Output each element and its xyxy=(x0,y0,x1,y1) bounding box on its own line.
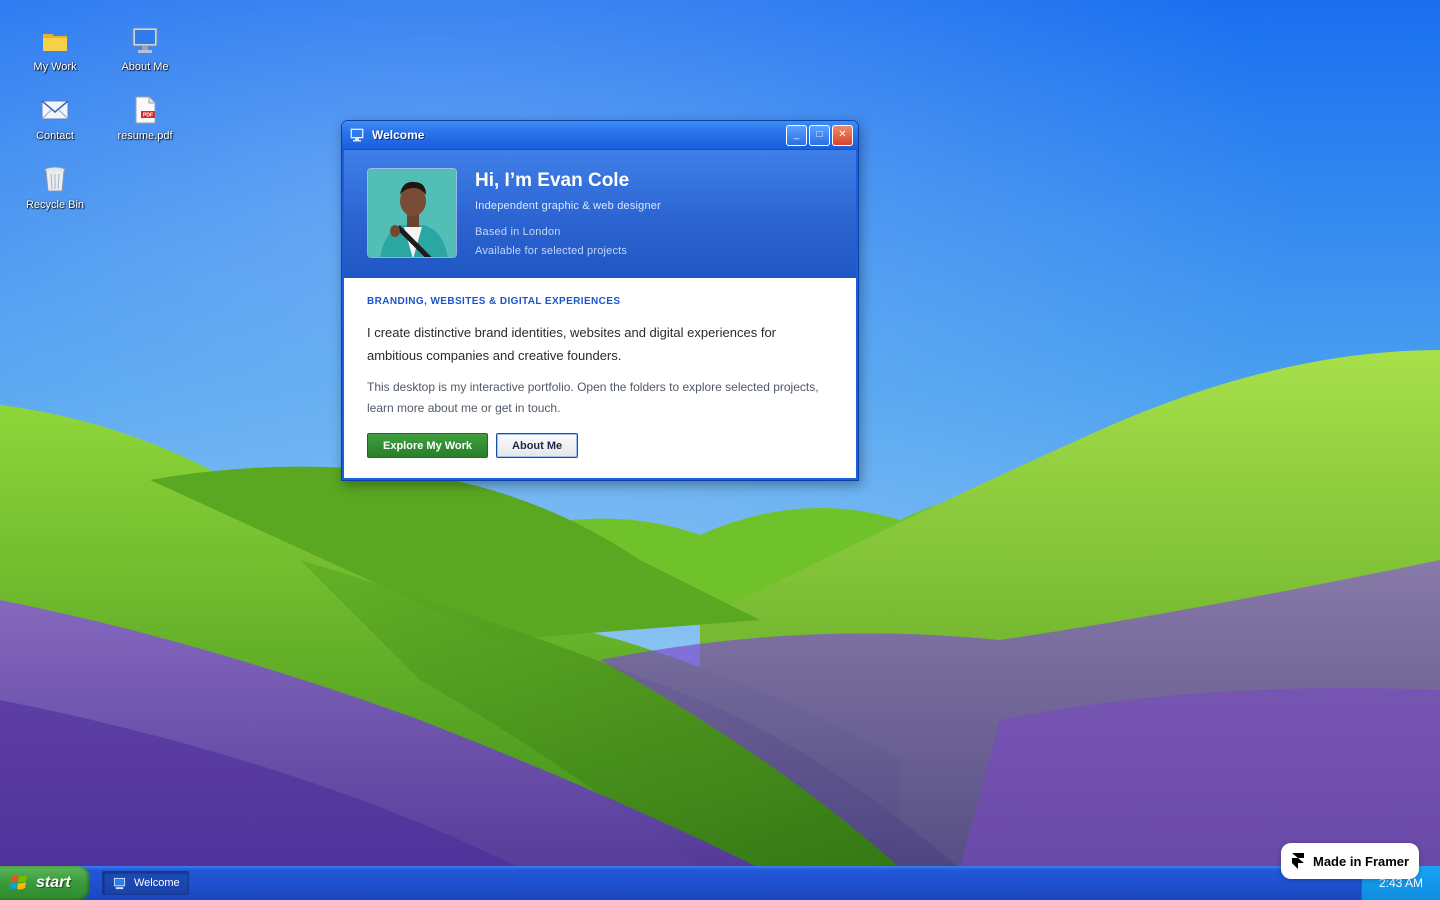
computer-icon xyxy=(350,128,364,142)
action-buttons: Explore My Work About Me xyxy=(367,433,834,458)
welcome-content: BRANDING, WEBSITES & DIGITAL EXPERIENCES… xyxy=(344,278,856,458)
made-in-framer-badge[interactable]: Made in Framer xyxy=(1281,843,1419,879)
start-label: start xyxy=(36,874,71,891)
close-icon: ✕ xyxy=(838,129,847,140)
start-button[interactable]: start xyxy=(0,866,90,900)
desktop-icon-label: Recycle Bin xyxy=(25,199,85,211)
computer-icon xyxy=(132,27,158,53)
tagline: BRANDING, WEBSITES & DIGITAL EXPERIENCES xyxy=(367,296,621,307)
desktop-icon-about-me[interactable]: About Me xyxy=(103,25,187,73)
close-button[interactable]: ✕ xyxy=(832,124,853,146)
desktop-icon-resume[interactable]: PDF resume.pdf xyxy=(103,94,187,142)
welcome-window[interactable]: Welcome _ □ ✕ Hi, I’m Evan Cole Independ… xyxy=(341,120,859,481)
framer-logo-icon xyxy=(1292,853,1304,869)
svg-text:PDF: PDF xyxy=(143,113,153,119)
window-title: Welcome xyxy=(372,128,425,142)
badge-label: Made in Framer xyxy=(1313,853,1410,869)
profile-header: Hi, I’m Evan Cole Independent graphic & … xyxy=(344,150,856,278)
folder-icon xyxy=(43,34,67,51)
computer-icon xyxy=(113,877,126,889)
profile-name: Hi, I’m Evan Cole xyxy=(475,170,630,191)
desktop-icon-contact[interactable]: Contact xyxy=(13,94,97,142)
desktop-icon-label: My Work xyxy=(33,61,77,73)
recycle-bin-icon xyxy=(44,166,66,192)
about-me-button[interactable]: About Me xyxy=(496,433,579,458)
profile-location: Based in London xyxy=(475,226,561,238)
window-body: Hi, I’m Evan Cole Independent graphic & … xyxy=(342,150,858,480)
desktop-icon-label: About Me xyxy=(121,61,169,73)
maximize-icon: □ xyxy=(816,129,823,140)
maximize-button[interactable]: □ xyxy=(809,124,830,146)
profile-availability: Available for selected projects xyxy=(475,245,628,257)
lead-paragraph: I create distinctive brand identities, w… xyxy=(367,325,776,363)
profile-role: Independent graphic & web designer xyxy=(475,200,661,212)
desktop-icon-label: resume.pdf xyxy=(117,130,173,142)
minimize-button[interactable]: _ xyxy=(786,124,807,146)
desktop-icon-label: Contact xyxy=(36,130,74,142)
avatar xyxy=(367,168,457,258)
pdf-file-icon: PDF xyxy=(135,96,156,124)
window-titlebar[interactable]: Welcome _ □ ✕ xyxy=(342,121,858,150)
taskbar-item-label: Welcome xyxy=(134,877,180,889)
taskbar-item-welcome[interactable]: Welcome xyxy=(102,871,189,895)
taskbar: start Welcome 2:43 AM xyxy=(0,866,1440,900)
description-paragraph: This desktop is my interactive portfolio… xyxy=(367,380,819,415)
explore-my-work-button[interactable]: Explore My Work xyxy=(367,433,489,458)
minimize-icon: _ xyxy=(793,129,800,140)
windows-logo-icon xyxy=(10,875,27,890)
desktop-icon-recycle-bin[interactable]: Recycle Bin xyxy=(13,163,97,211)
mail-icon xyxy=(41,100,69,120)
desktop-icon-my-work[interactable]: My Work xyxy=(13,25,97,73)
profile-photo xyxy=(368,169,456,257)
